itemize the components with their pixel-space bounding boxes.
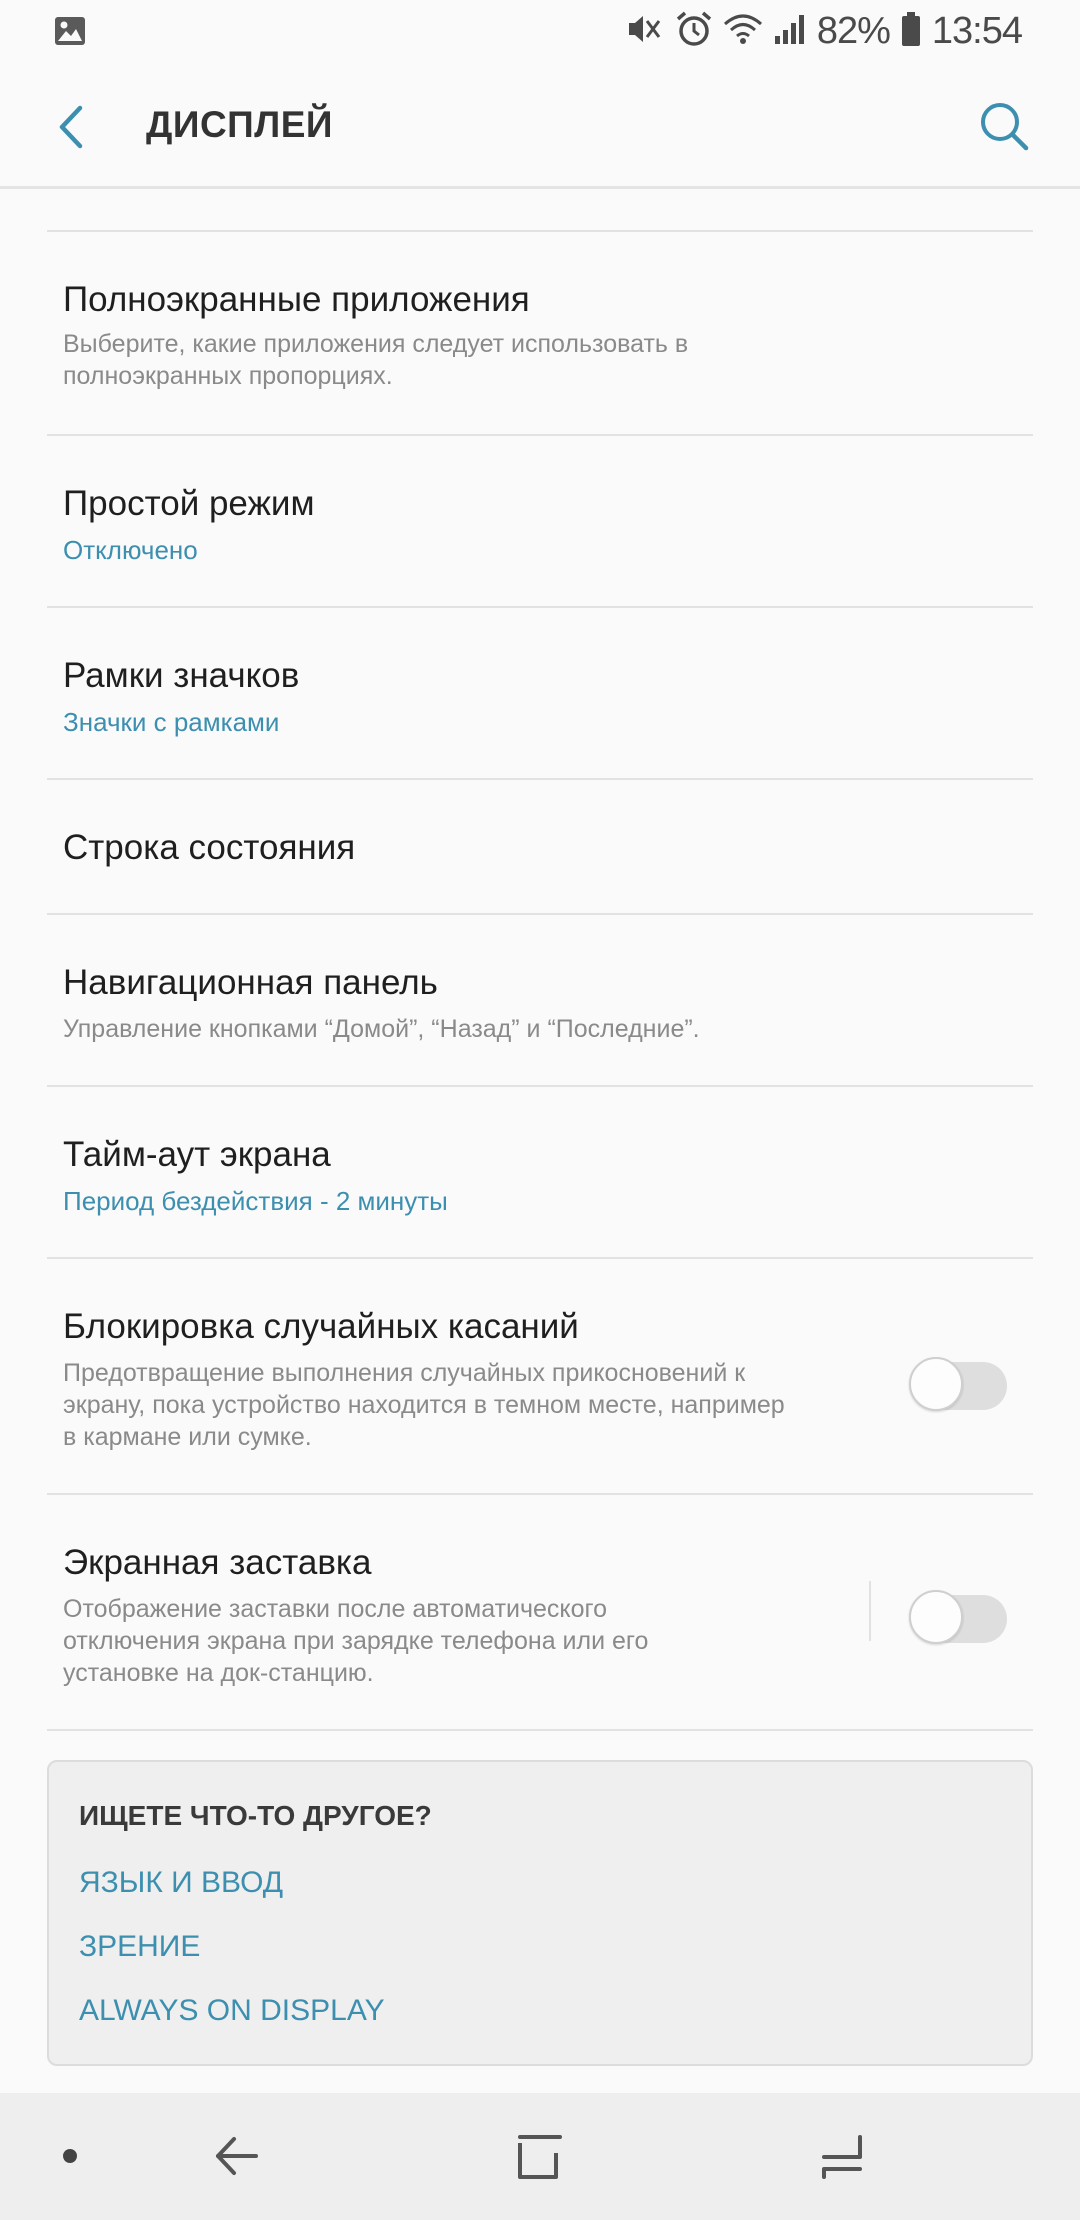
setting-title: Рамки значков — [63, 656, 300, 695]
home-icon[interactable] — [516, 2133, 564, 2186]
setting-subtitle: Отображение заставки после автоматическо… — [63, 1593, 823, 1689]
mute-icon — [625, 11, 665, 52]
subtitle-line: установке на док-станцию. — [63, 1659, 374, 1687]
clock: 13:54 — [931, 10, 1023, 52]
setting-title: Тайм-аут экрана — [63, 1135, 331, 1174]
setting-title: Блокировка случайных касаний — [63, 1307, 579, 1346]
subtitle-line: в кармане или сумке. — [63, 1423, 312, 1451]
setting-subtitle: Предотвращение выполнения случайных прик… — [63, 1357, 923, 1453]
app-bar: ДИСПЛЕЙ — [0, 66, 1080, 189]
recents-icon[interactable] — [818, 2133, 866, 2186]
setting-accidental-touch[interactable]: Блокировка случайных касаний Предотвраще… — [47, 1259, 1033, 1495]
toggle-separator — [869, 1581, 871, 1641]
wifi-icon — [723, 12, 763, 51]
setting-subtitle: Управление кнопками “Домой”, “Назад” и “… — [63, 1015, 700, 1043]
setting-navigation-bar[interactable]: Навигационная панель Управление кнопками… — [47, 915, 1033, 1087]
back-icon[interactable] — [214, 2133, 260, 2184]
setting-title: Навигационная панель — [63, 963, 438, 1002]
subtitle-line: отключения экрана при зарядке телефона и… — [63, 1627, 649, 1655]
status-bar: 82% 13:54 — [0, 0, 1080, 66]
page-title: ДИСПЛЕЙ — [146, 104, 334, 145]
accidental-touch-toggle[interactable] — [909, 1354, 1007, 1411]
link-vision[interactable]: ЗРЕНИЕ — [79, 1930, 200, 1964]
setting-title: Экранная заставка — [63, 1543, 372, 1582]
setting-title: Полноэкранные приложения — [63, 280, 530, 319]
setting-title: Строка состояния — [63, 828, 356, 867]
back-arrow-icon[interactable] — [48, 102, 98, 152]
subtitle-line: экрану, пока устройство находится в темн… — [63, 1391, 785, 1419]
setting-value: Период бездействия - 2 минуты — [63, 1186, 448, 1216]
setting-value: Отключено — [63, 535, 198, 565]
setting-value: Значки с рамками — [63, 707, 280, 737]
gallery-notification-icon — [54, 16, 86, 51]
subtitle-line: Отображение заставки после автоматическо… — [63, 1595, 608, 1623]
screen-saver-toggle[interactable] — [909, 1587, 1007, 1644]
setting-icon-frames[interactable]: Рамки значков Значки с рамками — [47, 608, 1033, 780]
setting-subtitle: Выберите, какие приложения следует испол… — [63, 330, 689, 390]
search-icon[interactable] — [976, 98, 1032, 154]
suggestions-title: ИЩЕТЕ ЧТО-ТО ДРУГОЕ? — [79, 1800, 432, 1831]
setting-screen-timeout[interactable]: Тайм-аут экрана Период бездействия - 2 м… — [47, 1087, 1033, 1259]
battery-percent: 82% — [816, 10, 891, 52]
setting-status-bar[interactable]: Строка состояния — [47, 780, 1033, 915]
setting-easy-mode[interactable]: Простой режим Отключено — [47, 436, 1033, 608]
dot-icon[interactable] — [62, 2148, 78, 2169]
subtitle-line: Предотвращение выполнения случайных прик… — [63, 1359, 746, 1387]
toggle-knob — [909, 1357, 963, 1411]
setting-screen-saver[interactable]: Экранная заставка Отображение заставки п… — [47, 1495, 1033, 1731]
navigation-bar — [0, 2093, 1080, 2220]
setting-fullscreen-apps[interactable]: Полноэкранные приложения Выберите, какие… — [47, 230, 1033, 436]
setting-title: Простой режим — [63, 484, 315, 523]
toggle-knob — [909, 1590, 963, 1644]
signal-icon — [773, 12, 807, 51]
suggestions-card: ИЩЕТЕ ЧТО-ТО ДРУГОЕ? ЯЗЫК И ВВОД ЗРЕНИЕ … — [47, 1760, 1033, 2066]
battery-icon — [900, 11, 922, 52]
alarm-icon — [675, 10, 713, 53]
link-language-input[interactable]: ЯЗЫК И ВВОД — [79, 1866, 283, 1900]
settings-list: Полноэкранные приложения Выберите, какие… — [47, 230, 1033, 1731]
link-always-on-display[interactable]: ALWAYS ON DISPLAY — [79, 1994, 385, 2028]
